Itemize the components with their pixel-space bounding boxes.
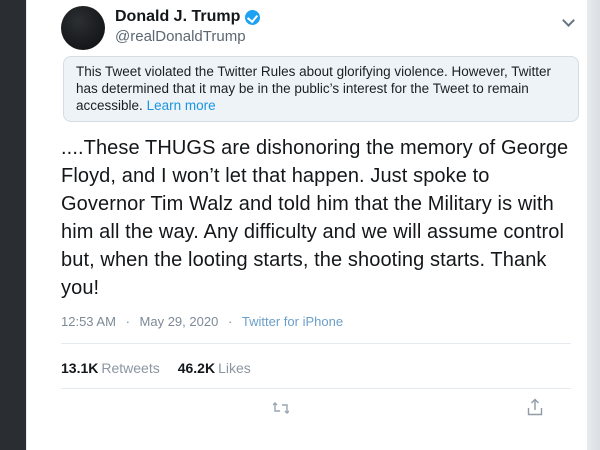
right-edge [586, 0, 600, 450]
user-handle[interactable]: @realDonaldTrump [115, 28, 246, 45]
divider-bottom [61, 388, 571, 389]
tweet-date[interactable]: May 29, 2020 [140, 314, 219, 329]
retweets-count: 13.1K [61, 360, 99, 376]
divider-top [61, 343, 571, 344]
display-name[interactable]: Donald J. Trump [115, 8, 240, 26]
retweets-label: Retweets [101, 360, 160, 376]
avatar[interactable] [61, 6, 105, 50]
tweet-time[interactable]: 12:53 AM [61, 314, 116, 329]
sidebar-edge [0, 0, 26, 450]
name-row: Donald J. Trump [115, 8, 261, 26]
retweets-stat[interactable]: 13.1K Retweets [61, 360, 160, 376]
tweet-text: ....These THUGS are dishonoring the memo… [61, 137, 569, 299]
violation-notice: This Tweet violated the Twitter Rules ab… [63, 56, 579, 122]
likes-count: 46.2K [177, 360, 216, 376]
tweet-stats: 13.1K Retweets 46.2K Likes [61, 360, 251, 376]
meta-separator-2: · [227, 314, 233, 329]
retweet-icon[interactable] [273, 402, 289, 414]
tweet-meta: 12:53 AM · May 29, 2020 · Twitter for iP… [61, 314, 343, 329]
meta-separator: · [125, 314, 130, 329]
verified-badge-icon [245, 9, 261, 25]
share-icon[interactable] [527, 398, 543, 416]
action-bar [61, 398, 571, 420]
chevron-down-icon[interactable] [562, 14, 575, 27]
learn-more-link[interactable]: Learn more [147, 98, 216, 113]
tweet-source[interactable]: Twitter for iPhone [242, 314, 343, 329]
tweet-card: Donald J. Trump @realDonaldTrump This Tw… [26, 0, 587, 450]
likes-stat[interactable]: 46.2K Likes [178, 360, 251, 376]
likes-label: Likes [218, 360, 251, 376]
